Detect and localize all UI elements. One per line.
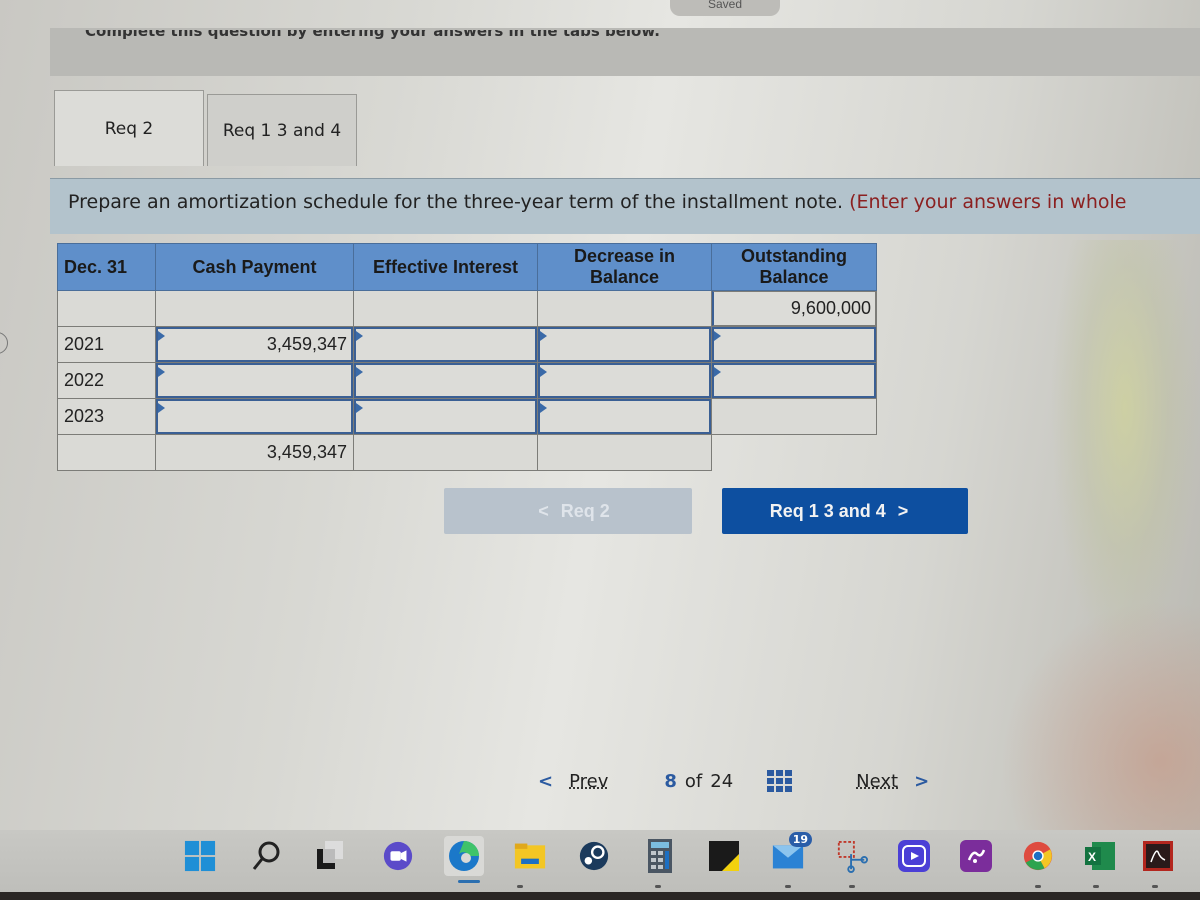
table-row: 2021 3,459,347 [57, 326, 877, 363]
tab-req-1-3-4[interactable]: Req 1 3 and 4 [207, 94, 357, 166]
running-indicator [655, 885, 661, 888]
search-icon[interactable] [250, 840, 282, 872]
table-row-total: 3,459,347 [57, 434, 877, 471]
effective-interest-input[interactable] [354, 399, 537, 434]
screen-bezel [0, 892, 1200, 900]
question-pager: < Prev 8 of 24 Next > [538, 770, 929, 792]
prompt-text: Prepare an amortization schedule for the… [68, 191, 1126, 213]
tab-req-2[interactable]: Req 2 [54, 90, 204, 166]
warm-reflection [1000, 600, 1200, 830]
clipchamp-icon[interactable] [898, 840, 930, 872]
prompt-bar: Prepare an amortization schedule for the… [50, 178, 1200, 234]
cell-total-balance-empty [712, 435, 877, 471]
chevron-left-icon: < [538, 500, 549, 521]
cell-total-label [57, 434, 156, 471]
next-chevron-icon[interactable]: > [914, 771, 929, 792]
radio-edge [0, 332, 8, 354]
prev-chevron-icon[interactable]: < [538, 771, 553, 792]
edge-icon[interactable] [444, 836, 484, 876]
decrease-in-balance-input[interactable] [538, 399, 711, 434]
windows-start-icon[interactable] [184, 840, 216, 872]
effective-interest-input[interactable] [354, 363, 537, 398]
table-row: 2022 [57, 362, 877, 399]
header-cash-payment: Cash Payment [155, 243, 354, 291]
total-questions: 24 [710, 770, 734, 792]
table-row: 2023 [57, 398, 877, 435]
total-effective-interest [353, 434, 538, 471]
chevron-right-icon: > [897, 500, 909, 521]
total-decrease-in-balance [537, 434, 712, 471]
question-grid-icon[interactable] [767, 770, 793, 792]
decrease-in-balance-input[interactable] [538, 327, 711, 362]
table-row-opening: 9,600,000 [57, 290, 877, 327]
next-requirement-label: Req 1 3 and 4 [769, 500, 886, 521]
mail-icon[interactable]: 19 [772, 832, 812, 872]
cash-payment-input[interactable] [156, 399, 353, 434]
cell-interest-empty [353, 290, 538, 327]
running-indicator [1093, 885, 1099, 888]
prev-requirement-label: Req 2 [560, 500, 610, 521]
next-requirement-button[interactable]: Req 1 3 and 4 > [722, 488, 968, 534]
running-indicator [1152, 885, 1158, 888]
current-question-number: 8 [664, 770, 677, 792]
header-effective-interest: Effective Interest [353, 243, 538, 291]
excel-icon[interactable]: X [1084, 840, 1116, 872]
chat-icon[interactable] [382, 840, 414, 872]
cell-cash-empty [155, 290, 354, 327]
header-outstanding-balance: Outstanding Balance [711, 243, 877, 291]
table-header-row: Dec. 31 Cash Payment Effective Interest … [57, 243, 877, 291]
prev-requirement-button[interactable]: < Req 2 [444, 488, 692, 534]
task-view-icon[interactable] [314, 840, 346, 872]
pager-of-label: of [684, 770, 703, 792]
snipping-tool-icon[interactable] [836, 840, 868, 873]
cell-decrease-empty [537, 290, 712, 327]
acrobat-icon[interactable] [1142, 840, 1174, 872]
header-decrease-line2: Balance [589, 267, 660, 287]
header-decrease-in-balance: Decrease in Balance [537, 243, 712, 291]
chrome-icon[interactable] [1022, 840, 1054, 872]
cell-date-empty [57, 290, 156, 327]
active-app-indicator [458, 880, 480, 883]
cell-opening-balance: 9,600,000 [711, 290, 877, 327]
header-dec-31: Dec. 31 [57, 243, 156, 291]
prompt-main: Prepare an amortization schedule for the… [68, 191, 850, 213]
row-year: 2021 [57, 326, 156, 363]
effective-interest-input[interactable] [354, 327, 537, 362]
cash-payment-input[interactable] [156, 363, 353, 398]
outstanding-balance-input[interactable] [712, 327, 876, 362]
opening-balance-value: 9,600,000 [712, 291, 876, 326]
header-decrease-line1: Decrease in [573, 246, 676, 267]
calculator-icon[interactable] [644, 839, 676, 873]
header-balance-line1: Outstanding [741, 246, 847, 267]
steam-icon[interactable] [578, 840, 610, 872]
running-indicator [1035, 885, 1041, 888]
next-question-link[interactable]: Next [856, 771, 898, 792]
instruction-text: Complete this question by entering your … [85, 22, 660, 40]
row-year: 2023 [57, 398, 156, 435]
amortization-table: Dec. 31 Cash Payment Effective Interest … [57, 243, 877, 471]
cell-balance-readonly [711, 398, 877, 435]
saved-indicator: Saved [670, 0, 780, 16]
prompt-hint: (Enter your answers in whole [849, 191, 1127, 213]
total-cash-payment: 3,459,347 [155, 434, 354, 471]
prev-question-link[interactable]: Prev [569, 771, 608, 792]
decrease-in-balance-input[interactable] [538, 363, 711, 398]
splashtop-icon[interactable] [960, 840, 992, 872]
header-balance-line2: Balance [759, 267, 829, 287]
outstanding-balance-input[interactable] [712, 363, 876, 398]
running-indicator [849, 885, 855, 888]
requirement-tabs: Req 2 Req 1 3 and 4 [54, 90, 357, 166]
file-explorer-icon[interactable] [514, 840, 546, 872]
running-indicator [517, 885, 523, 888]
row-year: 2022 [57, 362, 156, 399]
mail-badge: 19 [788, 832, 812, 847]
light-reflection [1050, 240, 1200, 660]
svg-text:X: X [1088, 850, 1096, 864]
running-indicator [785, 885, 791, 888]
sticky-app-icon[interactable] [708, 840, 740, 872]
cash-payment-input[interactable]: 3,459,347 [156, 327, 353, 362]
